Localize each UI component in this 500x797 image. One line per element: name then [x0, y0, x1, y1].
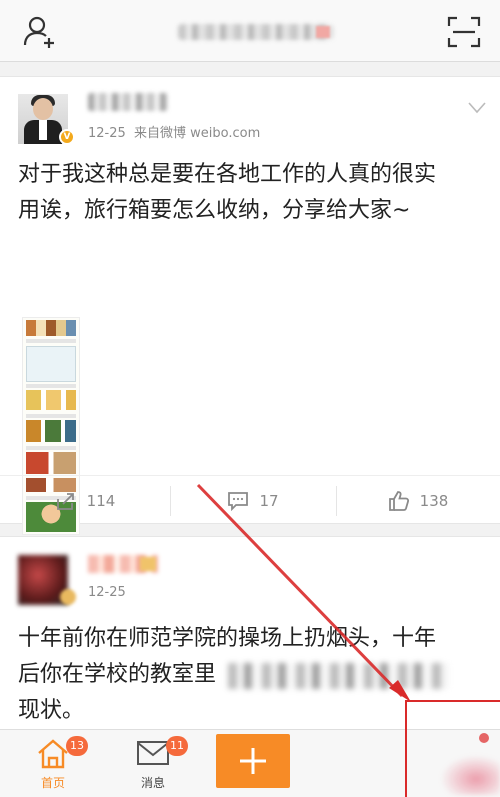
home-icon — [38, 739, 68, 769]
comment-count: 17 — [259, 492, 279, 510]
repost-icon — [56, 493, 74, 510]
top-navigation-bar — [0, 0, 500, 62]
messages-badge: 11 — [166, 736, 188, 756]
post-time: 12-25 — [88, 126, 126, 141]
chevron-down-icon[interactable] — [468, 99, 486, 114]
post-source: 来自微博 weibo.com — [134, 126, 261, 141]
comment-button[interactable]: 17 — [170, 476, 336, 526]
annotation-blur — [440, 755, 500, 795]
tab-home-label: 首页 — [40, 776, 65, 790]
blurred-text — [228, 663, 448, 689]
add-friend-icon[interactable] — [22, 14, 58, 50]
page-title[interactable] — [175, 20, 335, 42]
tab-messages-label: 消息 — [140, 776, 165, 790]
repost-count: 114 — [86, 492, 116, 510]
like-button[interactable]: 138 — [336, 476, 500, 526]
comment-icon — [228, 492, 249, 511]
tab-home[interactable]: 13 首页 — [20, 730, 90, 797]
compose-button[interactable] — [216, 734, 290, 788]
post-actions-bar: 114 17 138 — [0, 475, 500, 525]
thumbs-up-icon — [388, 491, 409, 511]
like-count: 138 — [419, 492, 449, 510]
verified-badge-icon: V — [59, 129, 75, 145]
author-name-blurred-accent — [140, 557, 156, 571]
repost-button[interactable]: 114 — [0, 476, 170, 526]
plus-icon — [240, 748, 266, 774]
tab-messages[interactable]: 11 消息 — [120, 730, 190, 797]
post-text: 对于我这种总是要在各地工作的人真的很实 用诶，旅行箱要怎么收纳，分享给大家~ — [18, 162, 437, 223]
envelope-icon — [137, 741, 169, 765]
post-time: 12-25 — [88, 585, 126, 600]
author-name-blurred[interactable] — [88, 93, 168, 111]
scan-icon[interactable] — [447, 16, 481, 48]
feed-post-card[interactable]: V 12-25 来自微博 weibo.com 对于我这种总是要在各地工作的人真的… — [0, 76, 500, 535]
home-badge: 13 — [66, 736, 88, 756]
badge-icon — [60, 589, 76, 605]
post-meta: 12-25 来自微博 weibo.com — [88, 122, 260, 141]
